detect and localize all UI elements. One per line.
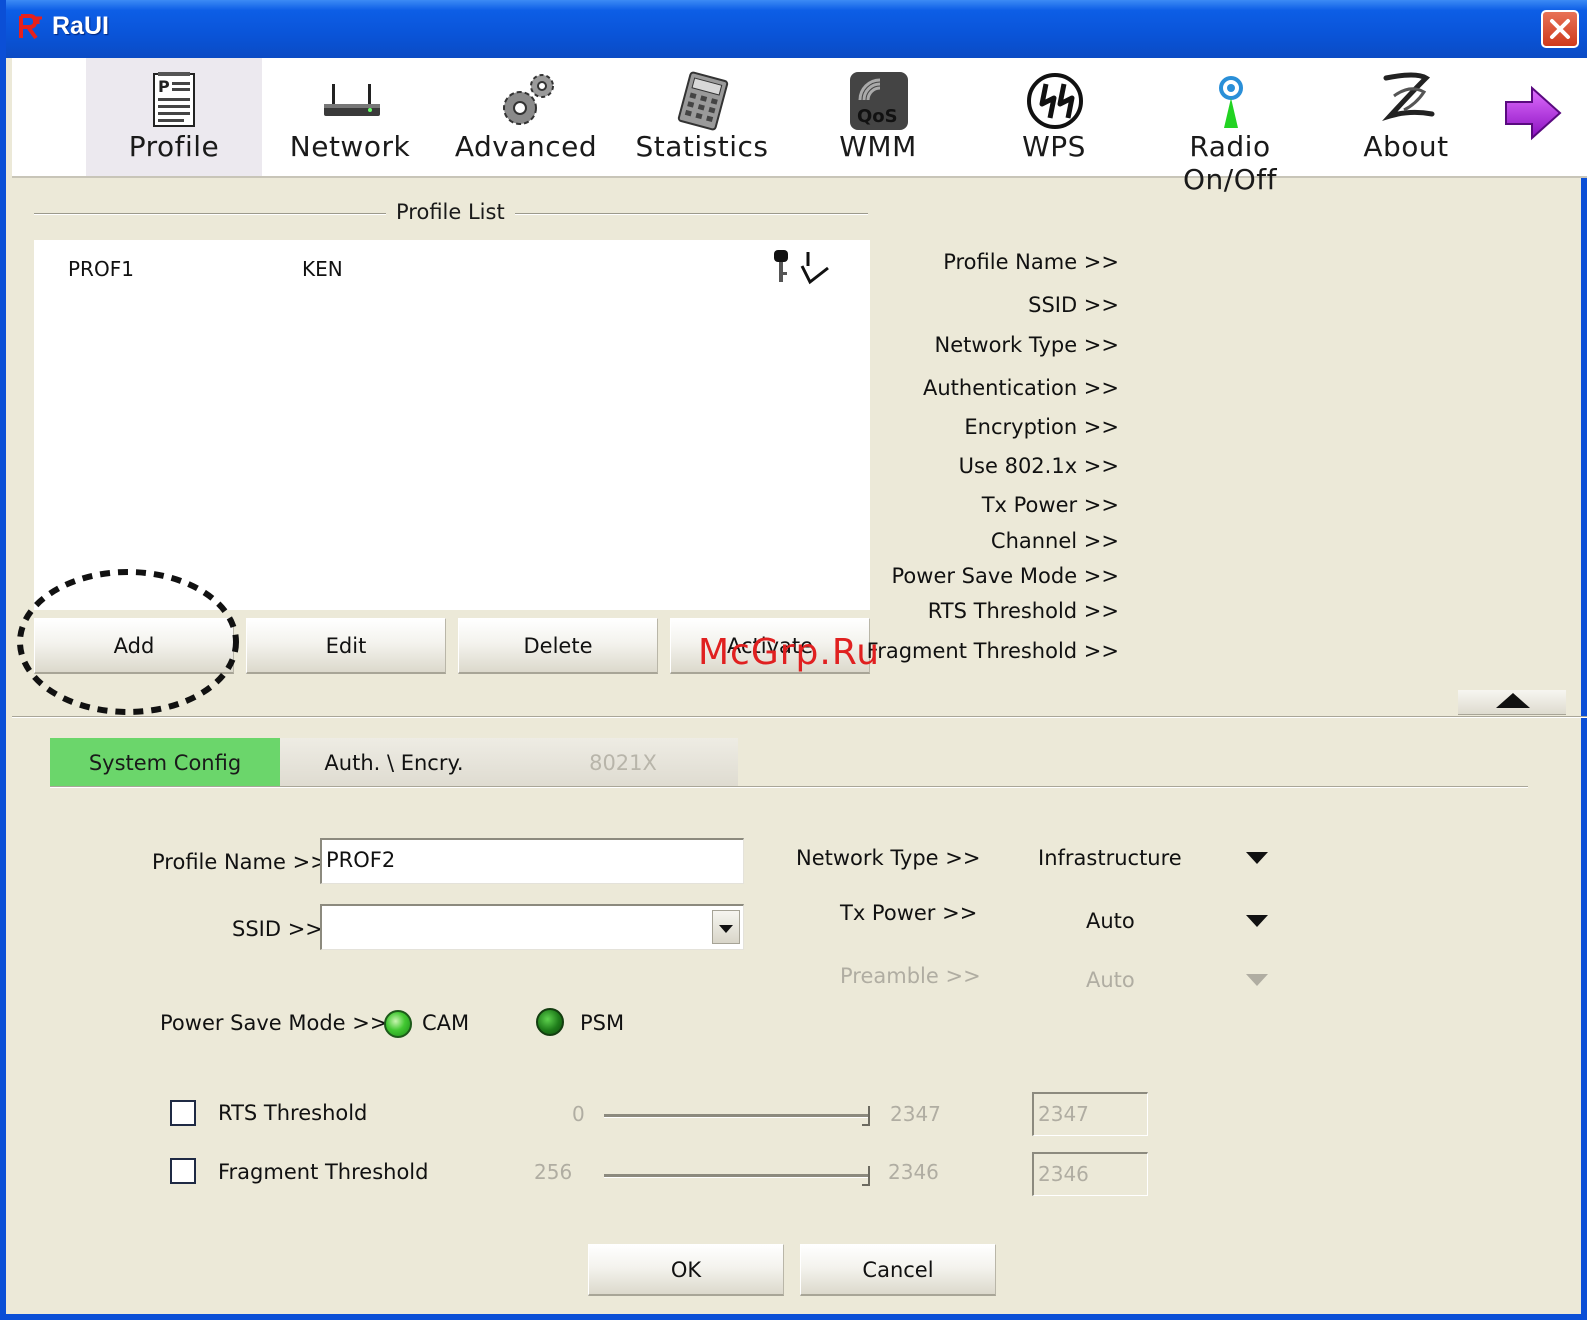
about-icon <box>1382 72 1435 122</box>
toolbar-advanced-label: Advanced <box>454 130 598 163</box>
svg-text:P: P <box>158 77 170 96</box>
radio-antenna-icon <box>1219 76 1243 128</box>
toolbar-wps[interactable]: WPS <box>966 58 1142 176</box>
title-bar[interactable]: RaUI <box>6 0 1587 58</box>
chevron-down-icon <box>719 925 733 933</box>
profile-list-title: Profile List <box>386 200 515 224</box>
detail-profile-name-label: Profile Name >> <box>943 250 1119 274</box>
tx-power-dropdown-icon[interactable] <box>1246 915 1268 927</box>
close-icon <box>1550 19 1570 39</box>
network-icon <box>324 84 380 116</box>
toolbar-statistics-label: Statistics <box>635 130 769 163</box>
network-type-label: Network Type >> <box>796 846 981 870</box>
rts-threshold-label: RTS Threshold <box>218 1101 368 1125</box>
ok-button[interactable]: OK <box>588 1244 784 1296</box>
fragment-min-value: 256 <box>534 1160 573 1184</box>
window-title: RaUI <box>52 12 109 40</box>
rts-max-value: 2347 <box>890 1102 941 1126</box>
toolbar-radio-onoff[interactable]: Radio On/Off <box>1142 58 1318 196</box>
preamble-label: Preamble >> <box>840 964 981 988</box>
profile-row-name: PROF1 <box>68 257 134 281</box>
cam-radio[interactable] <box>384 1010 412 1038</box>
profile-row-ssid: KEN <box>302 257 343 281</box>
detail-fragment-label: Fragment Threshold >> <box>866 639 1119 663</box>
statistics-calculator-icon <box>677 71 729 131</box>
tab-8021x[interactable]: 8021X <box>508 738 738 788</box>
ssid-label: SSID >> <box>232 917 323 941</box>
profile-name-input[interactable]: PROF2 <box>320 838 744 884</box>
tab-separator <box>50 786 1528 788</box>
network-type-select[interactable]: Infrastructure <box>1038 846 1182 870</box>
profile-icon: P <box>153 72 195 127</box>
raui-logo-icon <box>19 14 42 40</box>
fragment-threshold-label: Fragment Threshold <box>218 1160 429 1184</box>
toolbar-about[interactable]: About <box>1318 58 1494 176</box>
power-save-label: Power Save Mode >> <box>160 1011 388 1035</box>
fragment-max-value: 2346 <box>888 1160 939 1184</box>
section-separator <box>12 716 1587 718</box>
rts-slider-track[interactable] <box>604 1114 868 1118</box>
preamble-select[interactable]: Auto <box>1086 968 1135 992</box>
cancel-button[interactable]: Cancel <box>800 1244 996 1296</box>
rts-threshold-checkbox[interactable] <box>170 1100 196 1126</box>
toolbar-about-label: About <box>1363 130 1449 163</box>
fragment-slider-track[interactable] <box>604 1174 868 1178</box>
toolbar-profile[interactable]: P Profile <box>86 58 262 176</box>
collapse-button[interactable] <box>1458 690 1566 715</box>
key-icon <box>774 250 788 282</box>
connected-check-icon <box>800 252 829 285</box>
svg-text:QoS: QoS <box>857 106 898 127</box>
detail-channel-label: Channel >> <box>990 529 1119 553</box>
rts-slider-thumb[interactable] <box>862 1106 870 1126</box>
edit-profile-button[interactable]: Edit <box>246 618 446 674</box>
wps-icon <box>1027 73 1083 129</box>
advanced-gears-icon <box>503 74 554 125</box>
toolbar-advanced[interactable]: Advanced <box>438 58 614 176</box>
rts-value-input[interactable]: 2347 <box>1032 1092 1148 1136</box>
profile-list-box[interactable]: PROF1 KEN <box>34 240 870 610</box>
profile-name-label: Profile Name >> <box>152 850 328 874</box>
psm-radio-label: PSM <box>580 1011 625 1035</box>
profile-row-status-icons <box>774 250 829 285</box>
main-toolbar: P Profile Network Advanced Statistics Qo… <box>12 58 1587 196</box>
toolbar-radio-label: Radio On/Off <box>1183 130 1277 196</box>
qos-icon: QoS <box>850 72 908 130</box>
highlight-circle <box>17 569 239 715</box>
delete-profile-button[interactable]: Delete <box>458 618 658 674</box>
detail-authentication-label: Authentication >> <box>922 376 1119 400</box>
tab-auth-encry[interactable]: Auth. \ Encry. <box>280 738 508 788</box>
toolbar-profile-label: Profile <box>128 130 220 163</box>
watermark-text: McGrp.Ru <box>698 632 881 673</box>
preamble-dropdown-icon[interactable] <box>1246 974 1268 986</box>
fragment-threshold-checkbox[interactable] <box>170 1158 196 1184</box>
detail-power-save-label: Power Save Mode >> <box>891 564 1119 588</box>
toolbar-wmm-label: WMM <box>839 130 917 163</box>
detail-network-type-label: Network Type >> <box>934 333 1119 357</box>
cam-radio-label: CAM <box>422 1011 470 1035</box>
fragment-value-input[interactable]: 2346 <box>1032 1152 1148 1196</box>
fragment-slider-thumb[interactable] <box>862 1166 870 1186</box>
detail-ssid-label: SSID >> <box>1028 293 1119 317</box>
next-arrow-icon[interactable] <box>1502 82 1564 144</box>
ssid-dropdown-button[interactable] <box>712 910 740 944</box>
tab-system-config[interactable]: System Config <box>50 738 280 788</box>
detail-tx-power-label: Tx Power >> <box>981 493 1119 517</box>
tx-power-select[interactable]: Auto <box>1086 909 1135 933</box>
ssid-combo-input[interactable] <box>320 904 744 950</box>
raui-window: RaUI P Profile Network Advanced Statisti… <box>0 0 1587 1320</box>
tx-power-label: Tx Power >> <box>840 901 978 925</box>
network-type-dropdown-icon[interactable] <box>1246 852 1268 864</box>
detail-rts-label: RTS Threshold >> <box>927 599 1119 623</box>
detail-encryption-label: Encryption >> <box>964 415 1119 439</box>
collapse-up-icon <box>1496 693 1530 708</box>
toolbar-network[interactable]: Network <box>262 58 438 176</box>
detail-8021x-label: Use 802.1x >> <box>958 454 1119 478</box>
toolbar-statistics[interactable]: Statistics <box>614 58 790 176</box>
toolbar-wps-label: WPS <box>1022 130 1086 163</box>
psm-radio[interactable] <box>536 1008 564 1036</box>
toolbar-wmm[interactable]: QoS WMM <box>790 58 966 176</box>
rts-min-value: 0 <box>572 1102 585 1126</box>
close-button[interactable] <box>1541 10 1579 48</box>
toolbar-network-label: Network <box>289 130 411 163</box>
